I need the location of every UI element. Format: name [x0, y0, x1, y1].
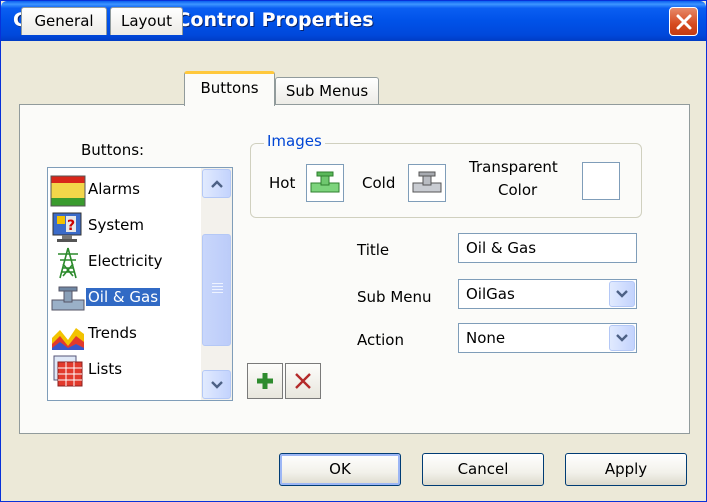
list-item-label: Alarms [88, 180, 140, 198]
tab-sub-menus[interactable]: Sub Menus [275, 77, 379, 105]
transparent-color-swatch[interactable] [582, 162, 620, 200]
cancel-button[interactable]: Cancel [422, 453, 544, 486]
scroll-thumb[interactable] [202, 234, 231, 346]
pipe-valve-icon [412, 171, 442, 193]
submenu-label: Sub Menu [357, 288, 432, 306]
action-dropdown-button[interactable] [609, 325, 635, 351]
title-label: Title [357, 241, 390, 259]
list-item-label: Oil & Gas [86, 288, 161, 306]
system-icon: ? [52, 212, 82, 242]
list-item[interactable]: Oil & Gas [48, 280, 208, 316]
tab-general[interactable]: General [21, 7, 107, 35]
close-icon [676, 14, 692, 30]
list-item-label: Electricity [88, 252, 163, 270]
cold-label: Cold [362, 174, 396, 192]
list-item[interactable]: Trends [48, 316, 208, 352]
transparent-label: Transparent [469, 158, 558, 176]
submenu-select[interactable]: OilGas [458, 279, 637, 309]
close-button[interactable] [669, 7, 698, 36]
apply-button[interactable]: Apply [565, 453, 687, 486]
list-item[interactable]: Alarms [48, 172, 208, 208]
pipe-valve-icon [310, 171, 340, 193]
cold-image-picker[interactable] [408, 164, 446, 202]
scroll-down-button[interactable] [202, 370, 231, 399]
transparent-color-label: Color [498, 181, 538, 199]
delete-button[interactable] [285, 363, 321, 399]
action-select[interactable]: None [458, 323, 637, 353]
properties-dialog: Catapult Menu Control Properties General… [0, 0, 707, 502]
trends-icon [52, 328, 84, 350]
oil-gas-icon [51, 286, 85, 311]
lists-icon [53, 355, 83, 387]
list-item[interactable]: Electricity [48, 244, 208, 280]
title-input[interactable]: Oil & Gas [458, 233, 637, 263]
action-value: None [466, 329, 506, 347]
alarms-icon [50, 175, 86, 207]
submenu-value: OilGas [466, 285, 515, 303]
list-item[interactable]: ? System [48, 208, 208, 244]
tab-layout[interactable]: Layout [110, 7, 183, 35]
list-item-label: System [88, 216, 144, 234]
ok-button[interactable]: OK [279, 453, 401, 486]
buttons-list-label: Buttons: [81, 141, 145, 159]
hot-image-picker[interactable] [306, 164, 344, 202]
submenu-dropdown-button[interactable] [609, 281, 635, 307]
list-item[interactable]: Lists [48, 352, 208, 388]
add-button[interactable] [247, 363, 283, 399]
plus-icon [257, 373, 273, 389]
electricity-icon [58, 247, 78, 279]
chevron-up-icon [211, 180, 223, 188]
chevron-down-icon [211, 381, 223, 389]
action-label: Action [357, 331, 404, 349]
tab-buttons[interactable]: Buttons [184, 71, 275, 106]
images-legend: Images [264, 132, 325, 150]
svg-text:?: ? [67, 218, 75, 234]
list-item-label: Trends [88, 324, 137, 342]
chevron-down-icon [616, 334, 628, 342]
scroll-up-button[interactable] [202, 169, 231, 198]
list-item-label: Lists [88, 360, 123, 378]
chevron-down-icon [616, 290, 628, 298]
buttons-list-scrollbar[interactable] [201, 168, 232, 400]
hot-label: Hot [269, 174, 296, 192]
delete-x-icon [295, 373, 311, 389]
